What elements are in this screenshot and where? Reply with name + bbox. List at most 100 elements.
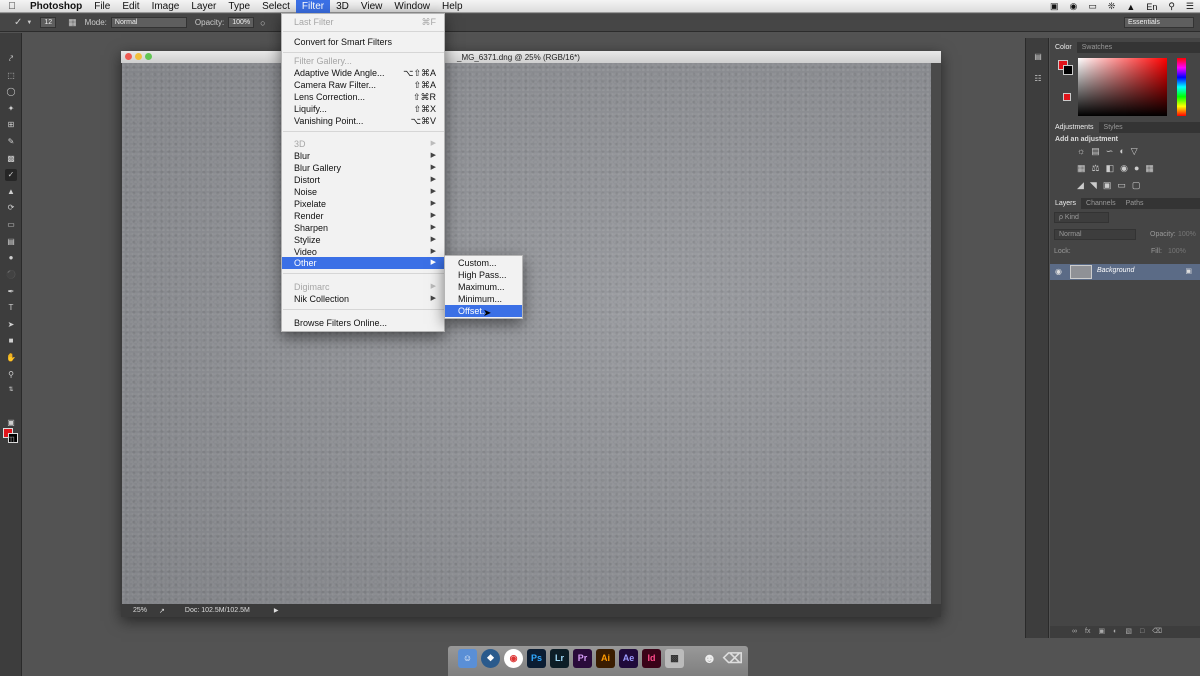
search-icon[interactable]: ⚲: [1168, 1, 1175, 12]
camera-icon[interactable]: ▣: [1050, 1, 1059, 12]
menu-item-browse-filters-online[interactable]: Browse Filters Online...: [282, 317, 444, 329]
channel-mixer-icon[interactable]: ●: [1134, 163, 1139, 174]
color-lookup-icon[interactable]: ▦: [1145, 163, 1154, 174]
menu-item-blur[interactable]: Blur ▶: [282, 150, 444, 162]
menu-item-adaptive-wide-angle[interactable]: Adaptive Wide Angle... ⌥⇧⌘A: [282, 67, 444, 79]
screen-mode-icon[interactable]: ◫: [5, 434, 17, 446]
export-icon[interactable]: ↗: [159, 607, 165, 615]
brush-size-field[interactable]: 12: [40, 17, 57, 28]
healing-tool-icon[interactable]: ▩: [5, 153, 17, 165]
tab-styles[interactable]: Styles: [1099, 122, 1128, 133]
new-adjustment-layer-icon[interactable]: ◐: [1113, 626, 1117, 638]
submenu-item-custom[interactable]: Custom...: [445, 257, 522, 269]
dodge-tool-icon[interactable]: ⚫: [5, 269, 17, 281]
brush-tool-icon[interactable]: ✓: [5, 169, 17, 181]
menu-item-3d[interactable]: 3D ▶: [282, 138, 444, 150]
submenu-item-maximum[interactable]: Maximum...: [445, 281, 522, 293]
pressure-opacity-icon[interactable]: ○: [260, 18, 265, 28]
crop-tool-icon[interactable]: ⊞: [5, 119, 17, 131]
lasso-tool-icon[interactable]: ◯: [5, 86, 17, 98]
eraser-tool-icon[interactable]: ▭: [5, 219, 17, 231]
exposure-icon[interactable]: ◐: [1119, 146, 1124, 157]
add-mask-icon[interactable]: ▣: [1098, 626, 1105, 638]
properties-panel-icon[interactable]: ☷: [1032, 74, 1044, 85]
posterize-icon[interactable]: ◥: [1090, 180, 1097, 191]
dock-app-illustrator[interactable]: Ai: [596, 649, 615, 668]
image-canvas[interactable]: [122, 63, 931, 604]
layer-opacity-field[interactable]: 100%: [1178, 231, 1196, 238]
levels-icon[interactable]: ▤: [1091, 146, 1100, 157]
selective-color-icon[interactable]: ▢: [1132, 180, 1141, 191]
brightness-icon[interactable]: ☼: [1077, 146, 1085, 157]
menu-type[interactable]: Type: [222, 0, 256, 13]
menu-window[interactable]: Window: [388, 0, 436, 13]
brush-panel-icon[interactable]: ▦: [68, 17, 77, 28]
document-title-bar[interactable]: _MG_6371.dng @ 25% (RGB/16*): [121, 51, 941, 63]
close-window-icon[interactable]: [125, 53, 132, 60]
minimize-window-icon[interactable]: [135, 53, 142, 60]
tab-swatches[interactable]: Swatches: [1077, 42, 1117, 53]
color-field[interactable]: [1078, 58, 1167, 116]
language-indicator[interactable]: En: [1146, 2, 1157, 12]
menu-item-lens-correction[interactable]: Lens Correction... ⇧⌘R: [282, 91, 444, 103]
menu-help[interactable]: Help: [436, 0, 469, 13]
new-group-icon[interactable]: ▧: [1125, 626, 1132, 638]
menu-item-digimarc[interactable]: Digimarc ▶: [282, 281, 444, 293]
menu-item-liquify[interactable]: Liquify... ⇧⌘X: [282, 103, 444, 115]
trash-icon[interactable]: ⌫: [723, 649, 743, 668]
zoom-tool-icon[interactable]: ⚲: [5, 369, 17, 381]
dock-app-indesign[interactable]: Id: [642, 649, 661, 668]
blend-mode-select[interactable]: Normal: [1054, 229, 1136, 240]
menu-item-pixelate[interactable]: Pixelate ▶: [282, 198, 444, 210]
display-icon[interactable]: ▭: [1088, 1, 1097, 12]
menu-item-render[interactable]: Render ▶: [282, 210, 444, 222]
link-layers-icon[interactable]: ∞: [1072, 626, 1077, 638]
menu-3d[interactable]: 3D: [330, 0, 355, 13]
move-tool-icon[interactable]: ⤤: [5, 53, 17, 65]
dock-app-lightroom[interactable]: Lr: [550, 649, 569, 668]
tool-preset-chevron-icon[interactable]: ▼: [26, 20, 32, 26]
quick-mask-icon[interactable]: ▣: [5, 417, 17, 429]
history-brush-tool-icon[interactable]: ⟳: [5, 202, 17, 214]
visibility-eye-icon[interactable]: ◉: [1055, 267, 1062, 276]
photo-filter-icon[interactable]: ◉: [1120, 163, 1128, 174]
tab-channels[interactable]: Channels: [1081, 198, 1121, 209]
status-menu-arrow-icon[interactable]: ▶: [274, 607, 279, 614]
vertical-scrollbar[interactable]: [931, 63, 941, 604]
gradient-map-icon[interactable]: ▭: [1117, 180, 1126, 191]
threshold-icon[interactable]: ▣: [1103, 180, 1112, 191]
menu-item-sharpen[interactable]: Sharpen ▶: [282, 222, 444, 234]
tab-adjustments[interactable]: Adjustments: [1050, 122, 1099, 133]
panel-color-mini-swatch[interactable]: [1063, 93, 1071, 101]
tab-color[interactable]: Color: [1050, 42, 1077, 53]
menu-item-noise[interactable]: Noise ▶: [282, 186, 444, 198]
menu-item-stylize[interactable]: Stylize ▶: [282, 234, 444, 246]
swap-colors-icon[interactable]: ⇅: [5, 384, 17, 396]
menu-item-blur-gallery[interactable]: Blur Gallery ▶: [282, 162, 444, 174]
menu-item-filter-gallery[interactable]: Filter Gallery...: [282, 55, 444, 67]
user-folder-icon[interactable]: ☻: [700, 649, 719, 668]
type-tool-icon[interactable]: T: [5, 302, 17, 314]
hand-tool-icon[interactable]: ✋: [5, 352, 17, 364]
layer-style-icon[interactable]: fx: [1085, 626, 1090, 638]
layer-fill-field[interactable]: 100%: [1168, 248, 1186, 255]
menu-item-camera-raw-filter[interactable]: Camera Raw Filter... ⇧⌘A: [282, 79, 444, 91]
zoom-window-icon[interactable]: [145, 53, 152, 60]
path-selection-tool-icon[interactable]: ➤: [5, 319, 17, 331]
vibrance-icon[interactable]: ▽: [1131, 146, 1138, 157]
dock-app-photoshop[interactable]: Ps: [527, 649, 546, 668]
marquee-tool-icon[interactable]: ⬚: [5, 70, 17, 82]
menu-select[interactable]: Select: [256, 0, 296, 13]
apple-icon[interactable]: : [0, 1, 24, 12]
pen-tool-icon[interactable]: ✒: [5, 286, 17, 298]
curves-icon[interactable]: ∽: [1106, 146, 1114, 157]
dock-app-premiere[interactable]: Pr: [573, 649, 592, 668]
hue-saturation-icon[interactable]: ▦: [1077, 163, 1086, 174]
menu-item-vanishing-point[interactable]: Vanishing Point... ⌥⌘V: [282, 115, 444, 127]
menu-edit[interactable]: Edit: [116, 0, 145, 13]
layer-name[interactable]: Background: [1097, 267, 1134, 274]
tab-layers[interactable]: Layers: [1050, 198, 1082, 209]
eyedropper-tool-icon[interactable]: ✎: [5, 136, 17, 148]
menu-item-distort[interactable]: Distort ▶: [282, 174, 444, 186]
delete-layer-icon[interactable]: ⌫: [1152, 626, 1162, 638]
